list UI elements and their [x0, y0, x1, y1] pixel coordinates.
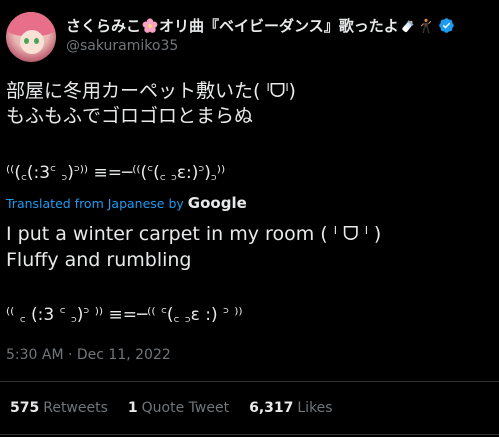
retweets-stat[interactable]: 575 Retweets: [10, 400, 108, 416]
retweets-label: Retweets: [43, 400, 108, 416]
translated-label: Translated from Japanese by: [6, 195, 184, 211]
user-handle[interactable]: @sakuramiko35: [66, 38, 178, 54]
avatar-eye-right: [34, 38, 39, 44]
divider-bottom: [0, 434, 499, 435]
translation-text: I put a winter carpet in my room ( ˡ ᗜ ˡ…: [6, 223, 382, 271]
engagement-stats: 575 Retweets 1 Quote Tweet 6,317 Likes: [10, 400, 353, 416]
translated-by-link[interactable]: Translated from Japanese by Google: [6, 194, 247, 212]
display-name-part2: オリ曲『ベイビーダンス』歌ったよ: [159, 17, 399, 35]
tweet-kaomoji: ⁽⁽(꜀(:3꜂ ꜆)꜄⁾⁾ ≡=─⁽⁽(꜂(꜀ ꜆ε:)꜄)꜆⁾⁾: [6, 163, 226, 183]
avatar-eye-left: [24, 38, 29, 44]
quotes-count: 1: [127, 400, 138, 416]
tweet-timestamp[interactable]: 5:30 AM · Dec 11, 2022: [6, 347, 171, 363]
cherry-blossom-icon: [142, 17, 158, 33]
tweet-header: さくらみこ オリ曲『ベイビーダンス』歌ったよ @sakuramiko35: [6, 7, 496, 63]
dancer-icon: [420, 18, 431, 33]
likes-count: 6,317: [249, 400, 294, 416]
quotes-label: Quote Tweet: [141, 400, 230, 416]
translation-kaomoji: ⁽⁽ ꜀ (:3 ꜂ ꜆)꜄ ⁾⁾ ≡=─⁽⁽ ꜂(꜀ ꜆ε :) ꜄ ⁾⁾: [6, 305, 243, 325]
quotes-stat[interactable]: 1 Quote Tweet: [128, 400, 229, 416]
display-name[interactable]: さくらみこ オリ曲『ベイビーダンス』歌ったよ: [66, 15, 455, 36]
retweets-count: 575: [10, 400, 40, 416]
avatar[interactable]: [6, 12, 56, 62]
google-logo: Google: [187, 194, 247, 212]
verified-badge-icon: [438, 18, 454, 33]
tweet-text: 部屋に冬用カーペット敷いた( ˡᗜˡ) もふもふでゴロゴロとまらぬ: [6, 80, 296, 127]
tweet-card: さくらみこ オリ曲『ベイビーダンス』歌ったよ @sakuramiko35 部屋に…: [0, 0, 499, 437]
likes-label: Likes: [297, 400, 333, 416]
likes-stat[interactable]: 6,317 Likes: [249, 400, 333, 416]
display-name-part1: さくらみこ: [66, 17, 142, 35]
baby-bottle-icon: [402, 19, 414, 32]
divider: [0, 381, 499, 382]
